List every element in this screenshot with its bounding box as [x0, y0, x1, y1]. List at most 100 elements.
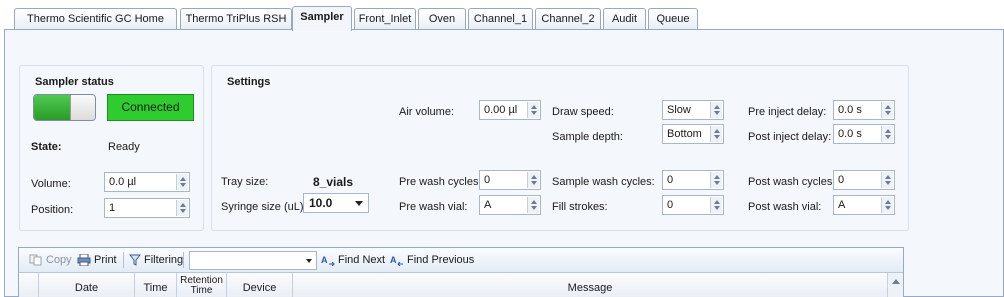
sample-depth-spinner[interactable] [710, 126, 722, 142]
tab-audit[interactable]: Audit [603, 8, 646, 30]
column-header-retention-time[interactable]: Retention Time [177, 273, 227, 297]
copy-icon [29, 254, 42, 266]
pre-wash-cycles-field[interactable]: 0 [479, 170, 541, 190]
post-inject-delay-label: Post inject delay: [748, 131, 832, 143]
filter-icon [129, 254, 141, 266]
post-wash-vial-field[interactable]: A [833, 195, 895, 215]
sample-wash-cycles-value: 0 [667, 174, 674, 186]
sample-wash-cycles-spinner[interactable] [710, 172, 722, 188]
draw-speed-label: Draw speed: [552, 106, 614, 118]
tab-thermo-triplus-rsh[interactable]: Thermo TriPlus RSH [180, 8, 292, 30]
spin-down-icon[interactable] [714, 181, 720, 185]
air-volume-value: 0.00 µl [484, 104, 518, 116]
spin-up-icon[interactable] [531, 175, 537, 179]
spin-up-icon[interactable] [885, 175, 891, 179]
pre-wash-vial-value: A [484, 199, 492, 211]
copy-label: Copy [46, 254, 72, 266]
spin-up-icon[interactable] [885, 200, 891, 204]
pre-wash-vial-label: Pre wash vial: [399, 201, 468, 213]
column-header-date[interactable]: Date [39, 273, 135, 297]
spin-up-icon[interactable] [180, 177, 186, 181]
spin-down-icon[interactable] [180, 183, 186, 187]
fill-strokes-spinner[interactable] [710, 197, 722, 213]
spin-up-icon[interactable] [714, 105, 720, 109]
column-header-message[interactable]: Message [293, 273, 887, 297]
draw-speed-field[interactable]: Slow [662, 100, 724, 120]
sample-wash-cycles-label: Sample wash cycles: [552, 176, 655, 188]
chevron-down-icon[interactable] [355, 201, 363, 206]
toggle-knob[interactable] [70, 95, 95, 120]
tab-queue[interactable]: Queue [648, 8, 698, 30]
spin-up-icon[interactable] [885, 129, 891, 133]
spin-up-icon[interactable] [714, 200, 720, 204]
svg-text:A: A [390, 255, 397, 265]
spin-down-icon[interactable] [531, 181, 537, 185]
spin-up-icon[interactable] [531, 105, 537, 109]
fill-strokes-value: 0 [667, 199, 674, 211]
filter-select[interactable] [189, 251, 317, 270]
filtering-button[interactable]: Filtering [129, 254, 183, 266]
post-inject-delay-spinner[interactable] [881, 126, 893, 142]
air-volume-spinner[interactable] [527, 102, 539, 118]
pre-wash-vial-field[interactable]: A [479, 195, 541, 215]
spin-up-icon[interactable] [714, 175, 720, 179]
fill-strokes-field[interactable]: 0 [662, 195, 724, 215]
spin-down-icon[interactable] [180, 209, 186, 213]
toolbar-divider [183, 252, 184, 268]
spin-up-icon[interactable] [180, 203, 186, 207]
post-wash-cycles-spinner[interactable] [881, 172, 893, 188]
tab-front-inlet[interactable]: Front_Inlet [354, 8, 416, 30]
sample-wash-cycles-field[interactable]: 0 [662, 170, 724, 190]
post-inject-delay-field[interactable]: 0.0 s [833, 124, 895, 144]
spin-up-icon[interactable] [885, 105, 891, 109]
column-header-device[interactable]: Device [227, 273, 293, 297]
state-label: State: [31, 141, 62, 153]
spin-down-icon[interactable] [885, 181, 891, 185]
spin-down-icon[interactable] [885, 135, 891, 139]
tab-thermo-scientific-gc-home[interactable]: Thermo Scientific GC Home [14, 8, 177, 30]
pre-inject-delay-value: 0.0 s [838, 104, 862, 116]
spin-down-icon[interactable] [714, 206, 720, 210]
find-next-icon: A [321, 255, 335, 267]
pre-wash-vial-spinner[interactable] [527, 197, 539, 213]
copy-button[interactable]: Copy [29, 254, 72, 266]
tab-channel-1[interactable]: Channel_1 [468, 8, 533, 30]
post-wash-cycles-label: Post wash cycles: [748, 176, 836, 188]
position-label: Position: [31, 204, 74, 216]
spin-down-icon[interactable] [885, 206, 891, 210]
spin-down-icon[interactable] [531, 111, 537, 115]
post-wash-vial-spinner[interactable] [881, 197, 893, 213]
spin-down-icon[interactable] [714, 111, 720, 115]
spin-up-icon[interactable] [714, 129, 720, 133]
find-previous-button[interactable]: A Find Previous [390, 254, 474, 267]
tab-oven[interactable]: Oven [418, 8, 466, 30]
post-wash-cycles-field[interactable]: 0 [833, 170, 895, 190]
find-next-button[interactable]: A Find Next [321, 254, 385, 267]
tab-channel-2[interactable]: Channel_2 [535, 8, 601, 30]
volume-spinner[interactable] [176, 174, 188, 190]
pre-wash-cycles-spinner[interactable] [527, 172, 539, 188]
spin-up-icon[interactable] [531, 200, 537, 204]
position-spinner[interactable] [176, 200, 188, 216]
draw-speed-spinner[interactable] [710, 102, 722, 118]
sample-depth-field[interactable]: Bottom [662, 124, 724, 144]
spin-down-icon[interactable] [714, 135, 720, 139]
connection-toggle[interactable] [33, 94, 96, 121]
syringe-size-select[interactable]: 10.0 [303, 193, 369, 213]
print-button[interactable]: Print [77, 254, 117, 267]
column-header-time[interactable]: Time [135, 273, 177, 297]
position-field[interactable]: 1 [104, 198, 190, 218]
pre-wash-cycles-value: 0 [484, 174, 491, 186]
volume-field[interactable]: 0.0 µl [104, 172, 190, 192]
air-volume-field[interactable]: 0.00 µl [479, 100, 541, 120]
scroll-up-icon[interactable] [892, 279, 900, 284]
pre-inject-delay-field[interactable]: 0.0 s [833, 100, 895, 120]
volume-value: 0.0 µl [109, 176, 137, 188]
pre-inject-delay-spinner[interactable] [881, 102, 893, 118]
spin-down-icon[interactable] [531, 206, 537, 210]
chevron-down-icon[interactable] [306, 259, 312, 263]
spin-down-icon[interactable] [885, 111, 891, 115]
filtering-label: Filtering [144, 254, 184, 266]
log-scrollbar[interactable] [887, 273, 903, 297]
tab-sampler[interactable]: Sampler [292, 6, 352, 31]
